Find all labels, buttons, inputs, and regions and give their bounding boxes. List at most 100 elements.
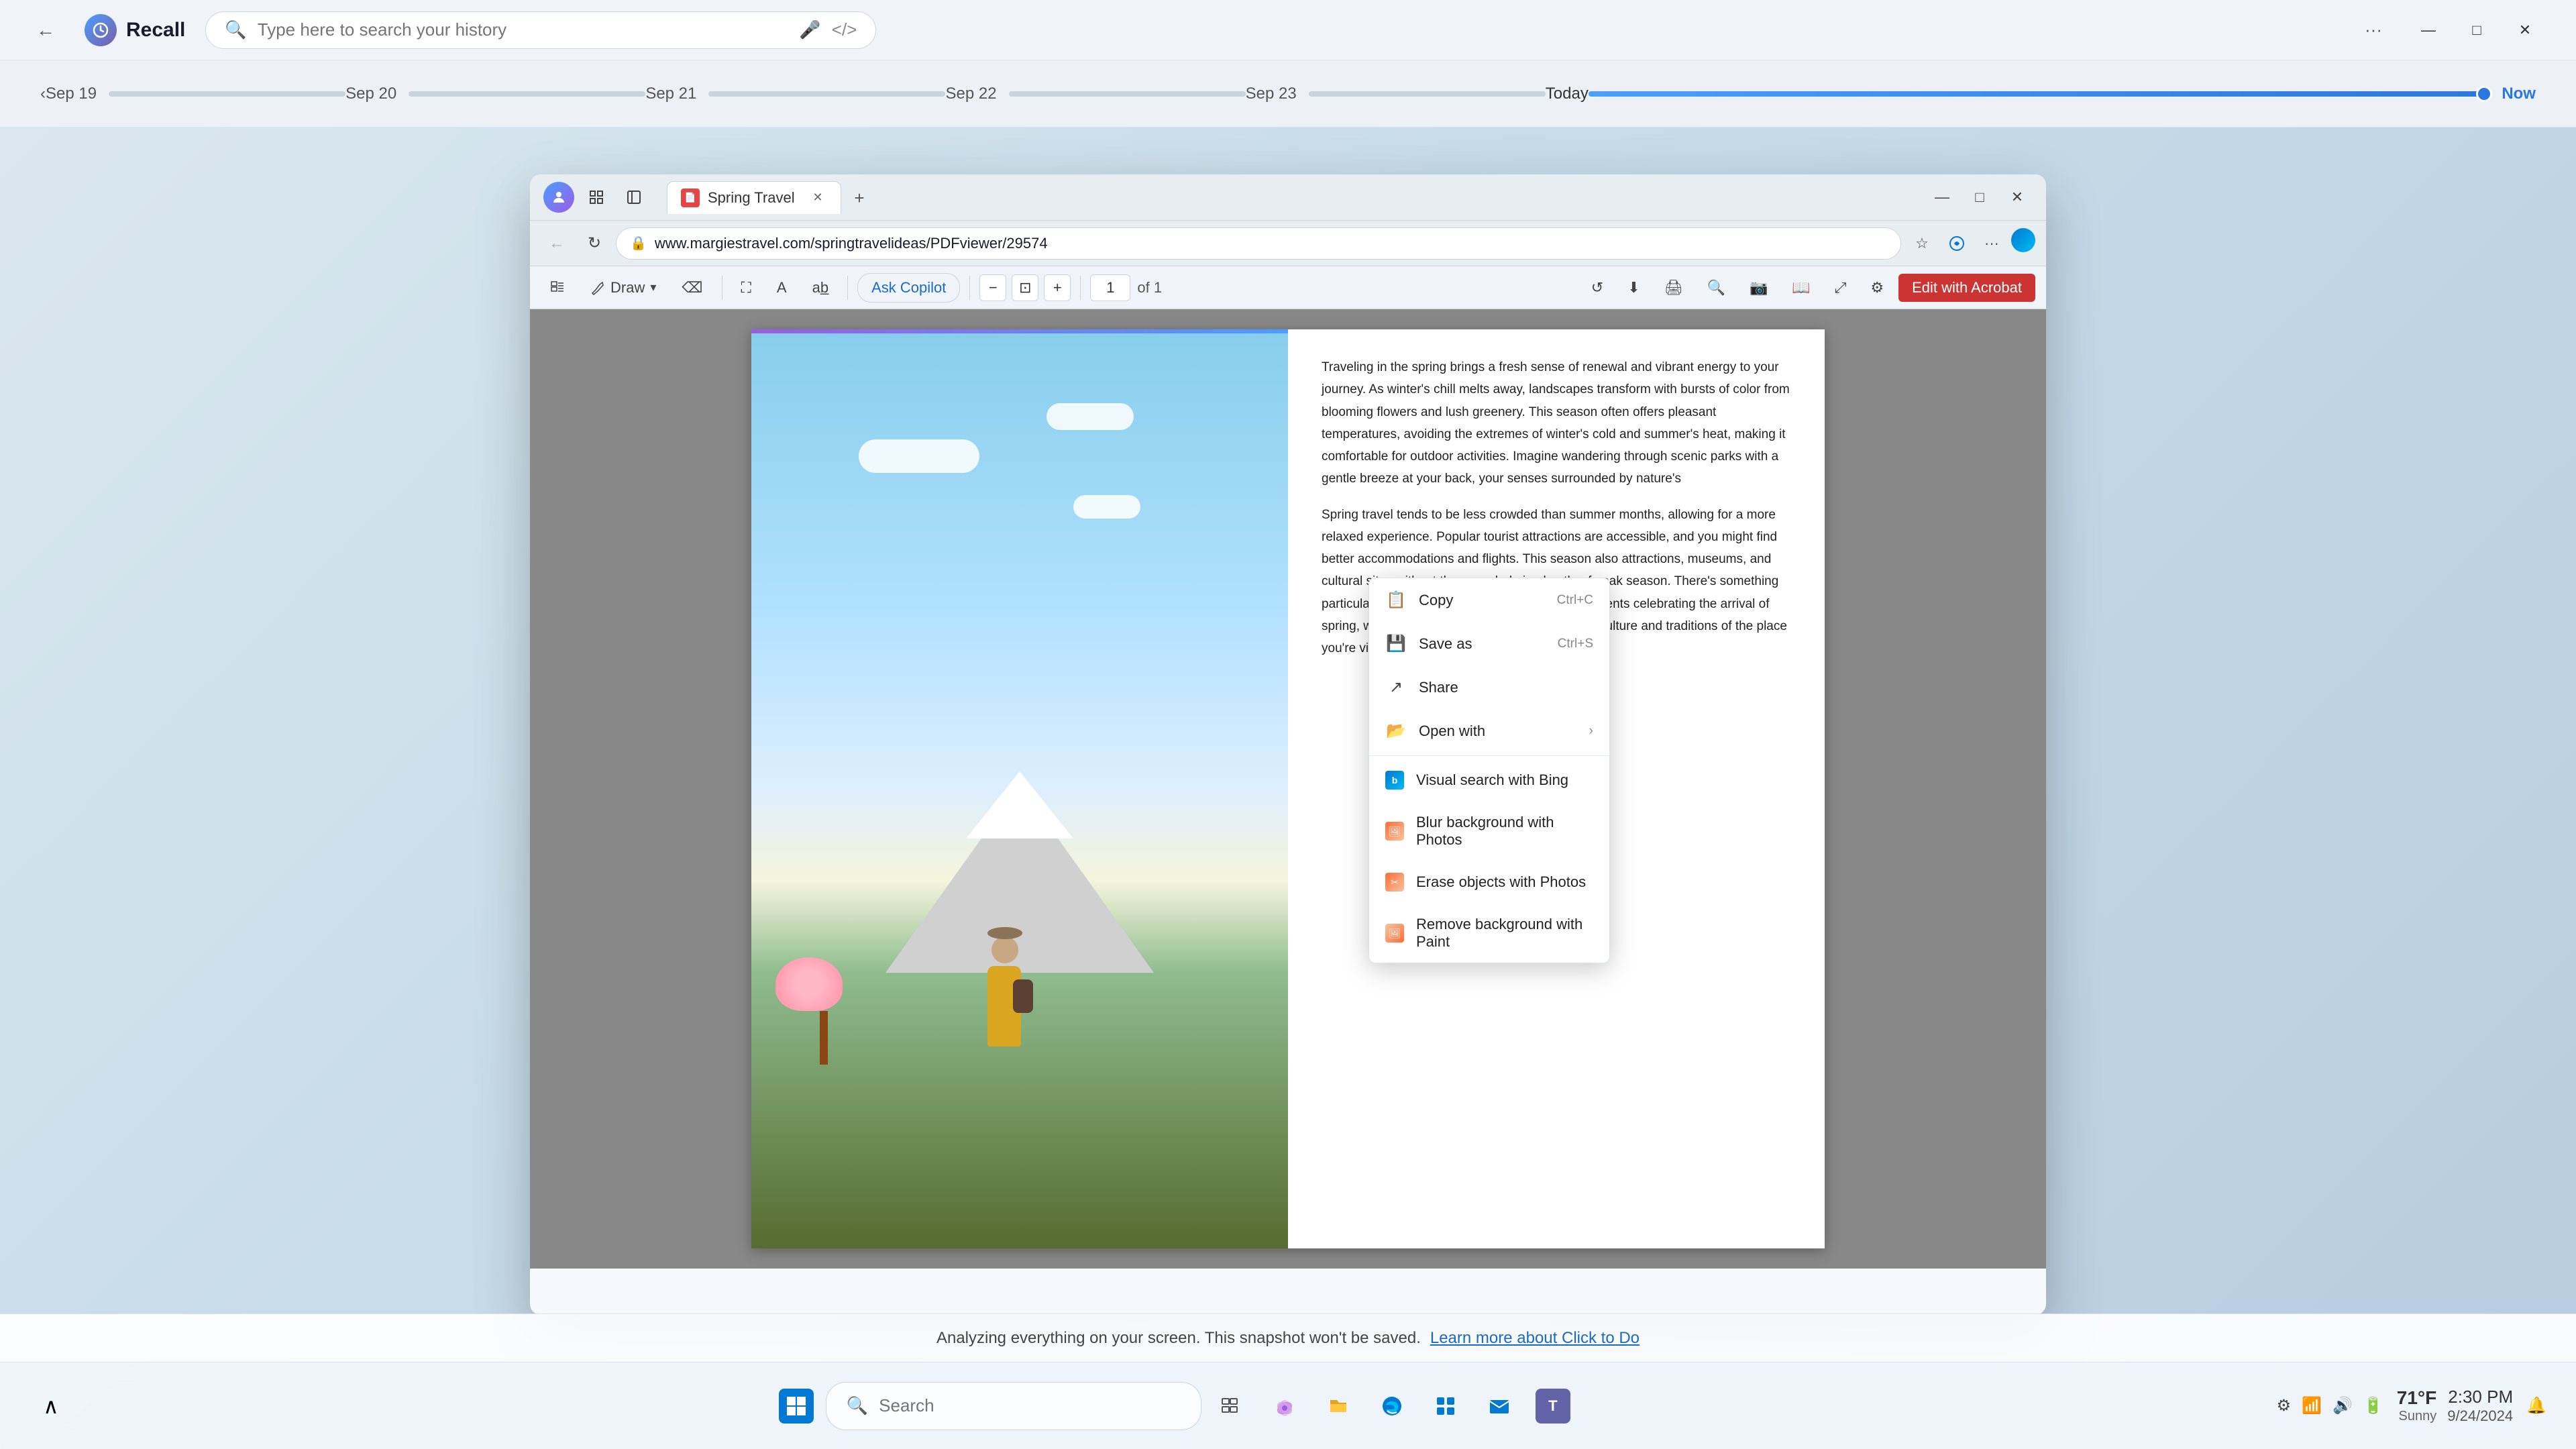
page-number-input[interactable] [1090, 274, 1130, 301]
recall-search-input[interactable] [258, 19, 789, 40]
taskbar-search[interactable]: 🔍 [826, 1382, 1201, 1430]
edge-button[interactable] [1368, 1382, 1416, 1430]
pdf-highlight-button[interactable]: ab̲ [803, 273, 838, 303]
pdf-print-button[interactable]: 🖨 [1655, 273, 1693, 303]
pdf-content: Traveling in the spring brings a fresh s… [530, 309, 2046, 1269]
timeline-now-label[interactable]: Now [2502, 85, 2536, 103]
timeline-track-sep23 [1309, 91, 1546, 97]
extensions-button[interactable] [581, 182, 612, 213]
eraser-icon: ⌫ [682, 279, 702, 297]
timeline-back-chevron[interactable]: ‹ [40, 85, 46, 103]
recall-logo-icon [85, 14, 117, 46]
clock-date: 9/24/2024 [2447, 1407, 2513, 1425]
timeline-label-sep20[interactable]: Sep 20 [345, 85, 396, 103]
ctx-open-with[interactable]: 📂 Open with › [1369, 709, 1609, 753]
address-bar[interactable]: 🔒 www.margiestravel.com/springtravelidea… [616, 227, 1901, 260]
start-button[interactable] [772, 1382, 820, 1430]
notifications-icon[interactable]: 🔔 [2524, 1393, 2549, 1418]
files-button[interactable] [1314, 1382, 1362, 1430]
maximize-button[interactable]: □ [2453, 13, 2501, 48]
back-nav-button[interactable]: ← [541, 227, 573, 260]
more-options-button[interactable]: ··· [2356, 13, 2391, 48]
pdf-snapshot-button[interactable]: 📷 [1740, 273, 1777, 303]
teams-button[interactable]: T [1529, 1382, 1577, 1430]
more-browser-button[interactable]: ··· [1976, 228, 2007, 259]
tab-title: Spring Travel [708, 189, 800, 207]
pdf-download-button[interactable]: ⬇ [1618, 273, 1649, 303]
timeline-bar: ‹ Sep 19 Sep 20 Sep 21 Sep 22 Sep 23 Tod… [0, 60, 2576, 127]
ctx-copy-label: Copy [1419, 592, 1545, 609]
new-tab-button[interactable]: + [844, 183, 875, 214]
zoom-fit-button[interactable]: ⊡ [1012, 274, 1038, 301]
highlight-icon: ab̲ [812, 279, 828, 297]
pdf-fullscreen-button[interactable]: ⛶ [732, 273, 761, 303]
timeline-label-sep22[interactable]: Sep 22 [945, 85, 996, 103]
ctx-blur-bg[interactable]: 🖼 Blur background with Photos [1369, 802, 1609, 861]
timeline-label-sep19[interactable]: Sep 19 [46, 85, 97, 103]
ctx-save-as[interactable]: 💾 Save as Ctrl+S [1369, 622, 1609, 665]
recall-top-controls: ··· — □ ✕ [2356, 13, 2549, 48]
pdf-eraser-button[interactable]: ⌫ [672, 273, 712, 303]
favorites-button[interactable]: ☆ [1907, 228, 1937, 259]
pdf-immersive-button[interactable]: 📖 [1782, 273, 1819, 303]
maximize-browser-button[interactable]: □ [1964, 182, 1995, 213]
pdf-thumbnails-button[interactable] [541, 273, 574, 303]
notification-link[interactable]: Learn more about Click to Do [1430, 1329, 1640, 1348]
ctx-visual-search[interactable]: b Visual search with Bing [1369, 759, 1609, 802]
open-with-arrow-icon: › [1589, 724, 1593, 739]
pdf-search-button[interactable]: 🔍 [1698, 273, 1735, 303]
pdf-draw-button[interactable]: Draw ▾ [581, 273, 665, 303]
back-button[interactable]: ← [27, 11, 64, 49]
edge-browser-icon [1375, 1389, 1409, 1424]
settings-icon[interactable]: ⚙ [2274, 1393, 2294, 1418]
sidebar-button[interactable] [619, 182, 649, 213]
pdf-zoom-controls: − ⊡ + [979, 274, 1071, 301]
search-icon: 🔍 [225, 19, 246, 40]
ctx-save-label: Save as [1419, 635, 1546, 653]
lotus-app-button[interactable] [1260, 1382, 1309, 1430]
taskbar-clock[interactable]: 2:30 PM 9/24/2024 [2447, 1387, 2513, 1425]
browser-tab-spring-travel[interactable]: 📄 Spring Travel ✕ [667, 181, 841, 214]
files-icon [1321, 1389, 1356, 1424]
pdf-rotate-button[interactable]: ↺ [1582, 273, 1613, 303]
window-controls: — □ ✕ [2404, 13, 2549, 48]
store-icon [1428, 1389, 1463, 1424]
mail-button[interactable] [1475, 1382, 1523, 1430]
system-tray-expand-button[interactable]: ∧ [27, 1382, 75, 1430]
ctx-copy[interactable]: 📋 Copy Ctrl+C [1369, 578, 1609, 622]
volume-icon[interactable]: 🔊 [2330, 1393, 2355, 1418]
minimize-browser-button[interactable]: — [1927, 182, 1957, 213]
task-view-button[interactable] [1207, 1382, 1255, 1430]
pdf-expand-button[interactable]: ⤢ [1825, 273, 1856, 303]
timeline-label-sep23[interactable]: Sep 23 [1246, 85, 1297, 103]
zoom-out-button[interactable]: − [979, 274, 1006, 301]
system-tray-icons: ⚙ 📶 🔊 🔋 [2274, 1393, 2386, 1418]
timeline-track-sep22 [1009, 91, 1246, 97]
battery-icon[interactable]: 🔋 [2361, 1393, 2386, 1418]
edit-acrobat-button[interactable]: Edit with Acrobat [1898, 274, 2035, 302]
taskbar-search-input[interactable] [879, 1395, 1181, 1416]
close-button[interactable]: ✕ [2501, 13, 2549, 48]
tab-close-button[interactable]: ✕ [808, 189, 827, 207]
ctx-erase-objects[interactable]: ✂ Erase objects with Photos [1369, 861, 1609, 904]
refresh-nav-button[interactable]: ↻ [578, 227, 610, 260]
copilot-btn[interactable] [1941, 228, 1972, 259]
timeline-label-sep21[interactable]: Sep 21 [645, 85, 696, 103]
ctx-remove-bg[interactable]: 🖼 Remove background with Paint [1369, 904, 1609, 963]
store-button[interactable] [1421, 1382, 1470, 1430]
pdf-right-tools: ↺ ⬇ 🖨 🔍 📷 📖 ⤢ ⚙ Edit with Acrobat [1582, 273, 2035, 303]
minimize-button[interactable]: — [2404, 13, 2453, 48]
ask-copilot-button[interactable]: Ask Copilot [857, 273, 960, 303]
voice-icon[interactable]: 🎤 [799, 19, 820, 40]
zoom-in-button[interactable]: + [1044, 274, 1071, 301]
network-icon[interactable]: 📶 [2299, 1393, 2324, 1418]
pdf-text-button[interactable]: A [767, 273, 796, 303]
taskbar-weather[interactable]: 71°F Sunny [2397, 1387, 2436, 1424]
timeline-today-label[interactable]: Today [1546, 85, 1589, 103]
person-hat [987, 927, 1022, 939]
code-icon[interactable]: </> [832, 19, 857, 40]
close-browser-button[interactable]: ✕ [2002, 182, 2033, 213]
pdf-settings-button[interactable]: ⚙ [1861, 273, 1893, 303]
taskbar-search-icon: 🔍 [847, 1395, 868, 1416]
ctx-share[interactable]: ↗ Share [1369, 665, 1609, 709]
